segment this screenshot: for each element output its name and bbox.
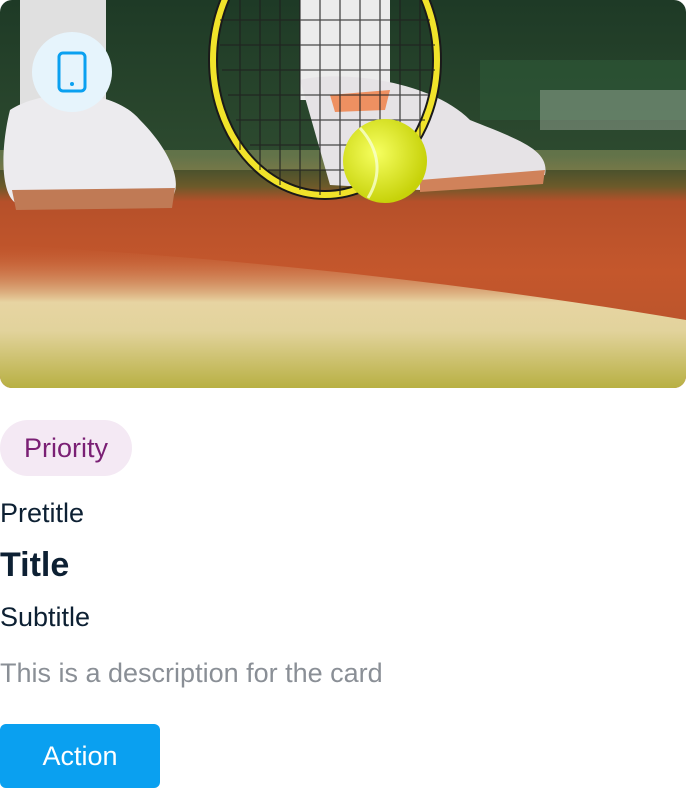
card: Priority Pretitle Title Subtitle This is…	[0, 0, 686, 788]
action-button[interactable]: Action	[0, 724, 160, 788]
card-title: Title	[0, 546, 70, 584]
card-media-image	[0, 0, 686, 388]
card-pretitle: Pretitle	[0, 498, 85, 528]
card-description: This is a description for the card	[0, 658, 383, 688]
smartphone-icon	[57, 51, 87, 93]
device-icon-badge	[32, 32, 112, 112]
priority-chip: Priority	[0, 420, 133, 476]
card-subtitle: Subtitle	[0, 602, 91, 632]
